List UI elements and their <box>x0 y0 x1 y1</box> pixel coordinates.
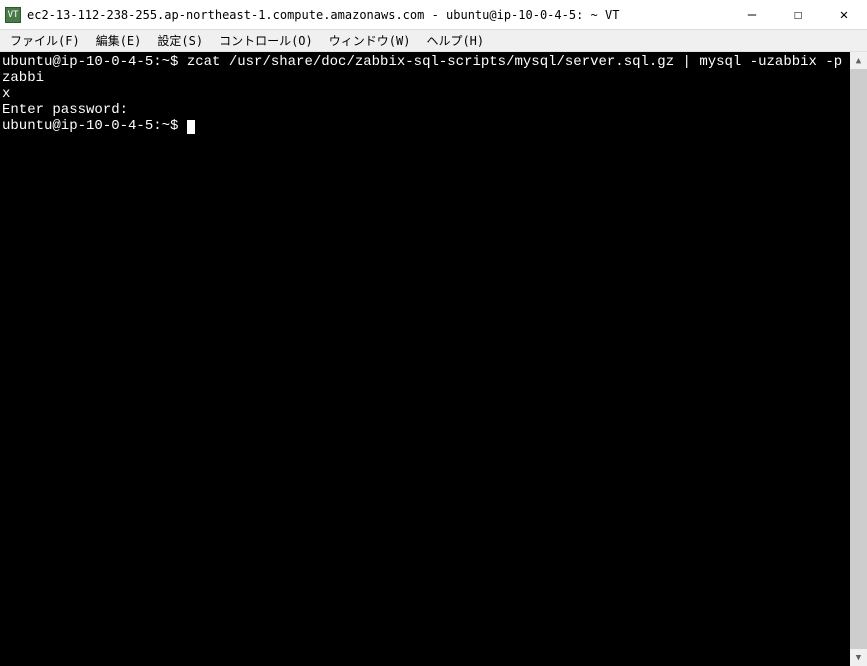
menu-control[interactable]: コントロール(O) <box>211 30 321 51</box>
app-icon: VT <box>5 7 21 23</box>
maximize-button[interactable]: ☐ <box>775 0 821 30</box>
close-icon: ✕ <box>840 7 848 23</box>
menu-file[interactable]: ファイル(F) <box>2 30 88 51</box>
titlebar: VT ec2-13-112-238-255.ap-northeast-1.com… <box>0 0 867 30</box>
cursor <box>187 120 195 134</box>
menu-help[interactable]: ヘルプ(H) <box>418 30 492 51</box>
scroll-down-arrow[interactable]: ▼ <box>850 649 867 666</box>
close-button[interactable]: ✕ <box>821 0 867 30</box>
window-controls: — ☐ ✕ <box>729 0 867 29</box>
menu-settings[interactable]: 設定(S) <box>149 30 211 51</box>
minimize-button[interactable]: — <box>729 0 775 30</box>
window-title: ec2-13-112-238-255.ap-northeast-1.comput… <box>27 8 729 22</box>
terminal[interactable]: ubuntu@ip-10-0-4-5:~$ zcat /usr/share/do… <box>0 52 850 666</box>
terminal-line: ubuntu@ip-10-0-4-5:~$ zcat /usr/share/do… <box>2 54 850 86</box>
terminal-line: x <box>2 86 850 102</box>
app-icon-text: VT <box>8 10 19 20</box>
terminal-area: ubuntu@ip-10-0-4-5:~$ zcat /usr/share/do… <box>0 52 867 666</box>
scroll-track[interactable] <box>850 69 867 649</box>
chevron-up-icon: ▲ <box>856 56 861 66</box>
minimize-icon: — <box>748 7 756 23</box>
scroll-up-arrow[interactable]: ▲ <box>850 52 867 69</box>
terminal-prompt: ubuntu@ip-10-0-4-5:~$ <box>2 118 187 134</box>
maximize-icon: ☐ <box>794 7 802 23</box>
menu-edit[interactable]: 編集(E) <box>88 30 150 51</box>
terminal-line: Enter password: <box>2 102 850 118</box>
menubar: ファイル(F) 編集(E) 設定(S) コントロール(O) ウィンドウ(W) ヘ… <box>0 30 867 52</box>
scroll-thumb[interactable] <box>850 69 867 649</box>
terminal-line: ubuntu@ip-10-0-4-5:~$ <box>2 118 850 134</box>
scrollbar[interactable]: ▲ ▼ <box>850 52 867 666</box>
menu-window[interactable]: ウィンドウ(W) <box>321 30 419 51</box>
chevron-down-icon: ▼ <box>856 653 861 663</box>
